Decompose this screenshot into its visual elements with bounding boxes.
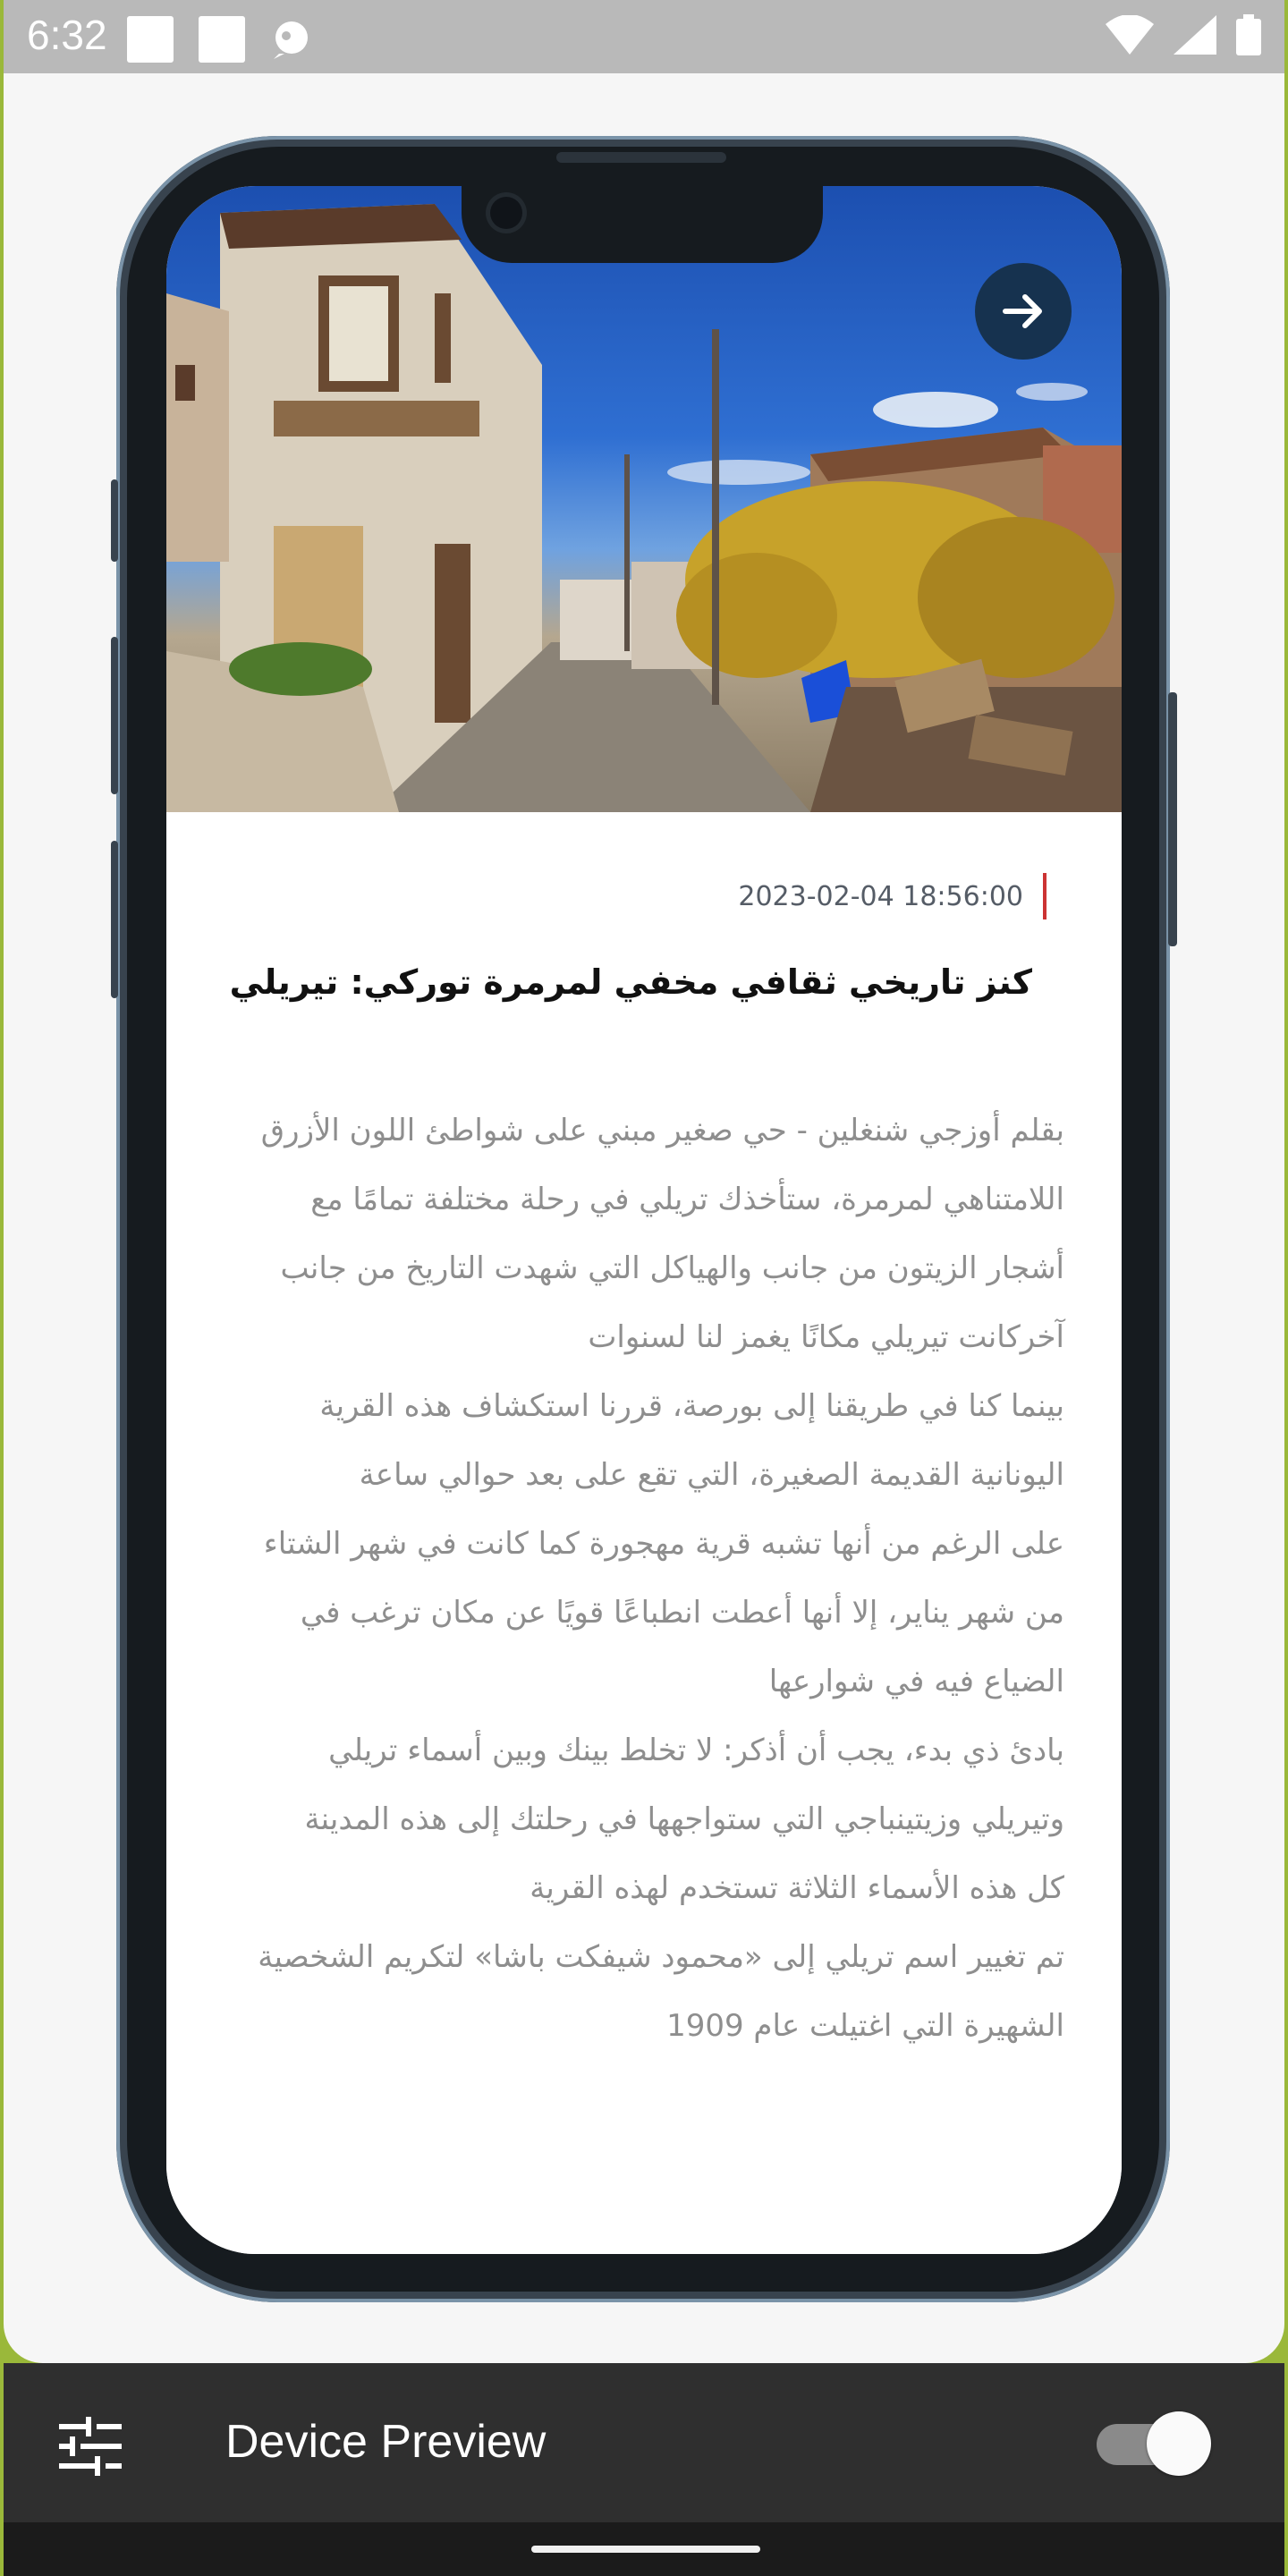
device-screen: 2023-02-04 18:56:00 كنز تاريخي ثقافي مخف… [166, 186, 1122, 2254]
device-speaker [556, 152, 726, 163]
device-notch [462, 186, 823, 263]
device-preview-toolbar: Device Preview [4, 2363, 1284, 2522]
article-paragraph: بقلم أوزجي شنغلين - حي صغير مبني على شوا… [260, 1113, 1064, 1355]
home-gesture-handle[interactable] [531, 2546, 760, 2553]
next-article-button[interactable] [975, 263, 1072, 360]
article-date-row: 2023-02-04 18:56:00 [738, 873, 1046, 919]
battery-icon [1236, 14, 1261, 59]
arrow-right-icon [1003, 294, 1042, 328]
device-side-button [111, 479, 118, 562]
article-body: 2023-02-04 18:56:00 كنز تاريخي ثقافي مخف… [166, 812, 1122, 2254]
notification-square-icon [127, 16, 174, 63]
status-bar: 6:32 [4, 0, 1284, 73]
notification-square-icon [199, 16, 245, 63]
camera-icon [490, 197, 522, 229]
device-side-button [111, 637, 118, 794]
debug-icon [270, 18, 315, 63]
hero-illustration [166, 204, 1122, 812]
article-paragraph: تم تغيير اسم تريلي إلى «محمود شيفكت باشا… [258, 1939, 1064, 2044]
wifi-icon [1106, 14, 1154, 58]
device-side-button [1168, 692, 1177, 946]
toggle-thumb [1147, 2411, 1211, 2476]
device-preview-toggle[interactable] [1097, 2411, 1211, 2476]
device-side-button [111, 841, 118, 998]
article-hero-image [166, 186, 1122, 812]
device-preview-label: Device Preview [225, 2416, 547, 2468]
tune-icon[interactable] [59, 2417, 122, 2479]
article-paragraph: بادئ ذي بدء، يجب أن أذكر: لا تخلط بينك و… [304, 1733, 1064, 1837]
article-date: 2023-02-04 18:56:00 [738, 880, 1023, 912]
signal-icon [1174, 15, 1216, 58]
status-right-icons [1106, 14, 1261, 59]
system-navigation-bar [4, 2522, 1284, 2576]
article-title: كنز تاريخي ثقافي مخفي لمرمرة توركي: تيري… [229, 962, 1032, 1002]
article-paragraph: على الرغم من أنها تشبه قرية مهجورة كما ك… [263, 1526, 1064, 1699]
article-text: بقلم أوزجي شنغلين - حي صغير مبني على شوا… [242, 1097, 1064, 2061]
article-paragraph: كل هذه الأسماء الثلاثة تستخدم لهذه القري… [530, 1870, 1064, 1906]
article-paragraph: بينما كنا في طريقنا إلى بورصة، قررنا است… [319, 1388, 1064, 1493]
status-time: 6:32 [27, 12, 107, 58]
